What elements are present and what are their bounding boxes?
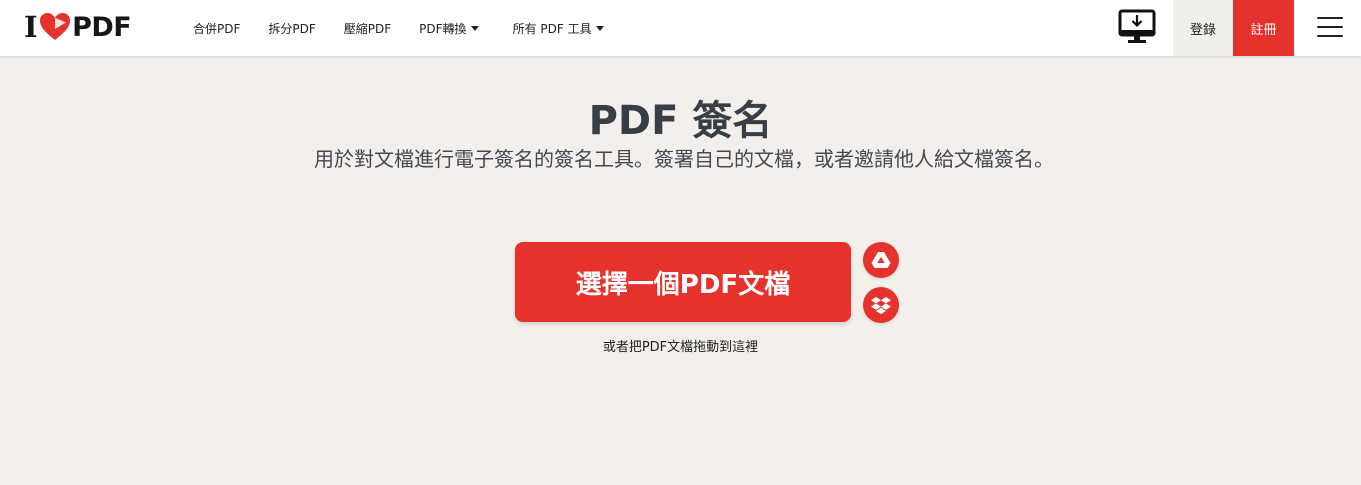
login-button-label: 登錄 <box>1189 22 1216 38</box>
logo-text-i: I <box>24 10 38 44</box>
nav-convert-pdf[interactable]: PDF轉換 <box>419 20 479 37</box>
google-drive-button[interactable] <box>863 242 899 278</box>
chevron-down-icon <box>595 25 604 31</box>
nav-merge-pdf-label: 合併PDF <box>193 21 241 36</box>
page-subtitle: 用於對文檔進行電子簽名的簽名工具。簽署自己的文檔，或者邀請他人給文檔簽名。 <box>314 147 1054 171</box>
dropbox-icon <box>871 297 891 314</box>
heart-logo-icon <box>40 13 71 40</box>
nav-split-pdf-label: 拆分PDF <box>268 21 316 36</box>
signup-button[interactable]: 註冊 <box>1233 0 1294 56</box>
nav-split-pdf[interactable]: 拆分PDF <box>268 20 315 37</box>
select-pdf-button[interactable]: 選擇一個PDF文檔 <box>515 242 851 322</box>
hamburger-menu-icon[interactable] <box>1317 17 1343 37</box>
main-nav: 合併PDF 拆分PDF 壓縮PDF PDF轉換 所有 PDF 工具 <box>193 0 632 56</box>
ilovepdf-logo[interactable]: I PDF <box>24 10 132 44</box>
signup-button-label: 註冊 <box>1250 22 1277 38</box>
logo-text-pdf: PDF <box>72 11 132 43</box>
chevron-down-icon <box>470 25 479 31</box>
drag-drop-hint: 或者把PDF文檔拖動到這裡 <box>602 340 759 355</box>
nav-compress-pdf-label: 壓縮PDF <box>343 21 392 36</box>
select-pdf-button-label: 選擇一個PDF文檔 <box>575 269 791 300</box>
nav-convert-pdf-label: PDF轉換 <box>419 21 467 36</box>
desktop-download-icon[interactable] <box>1118 9 1156 45</box>
nav-compress-pdf[interactable]: 壓縮PDF <box>344 20 391 37</box>
page-title: PDF 簽名 <box>588 98 773 144</box>
nav-merge-pdf[interactable]: 合併PDF <box>193 20 240 37</box>
google-drive-icon <box>871 252 891 268</box>
nav-all-pdf-tools[interactable]: 所有 PDF 工具 <box>513 20 604 37</box>
nav-all-pdf-tools-label: 所有 PDF 工具 <box>512 21 592 36</box>
login-button[interactable]: 登錄 <box>1173 0 1233 56</box>
dropbox-button[interactable] <box>863 287 899 323</box>
top-header: I PDF 合併PDF 拆分PDF 壓縮PDF PDF轉換 所有 PDF 工具 <box>0 0 1361 56</box>
